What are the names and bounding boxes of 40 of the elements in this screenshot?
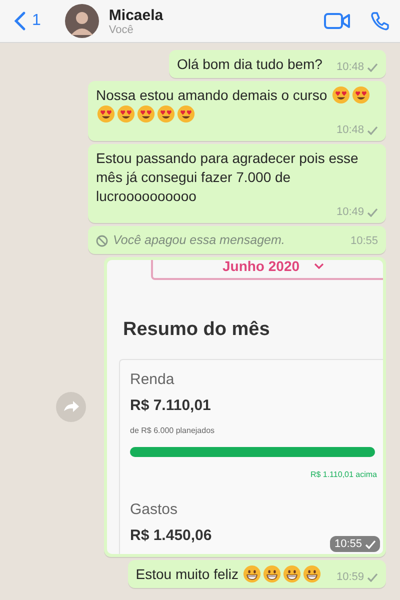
grinning-emoji-icon (243, 565, 262, 583)
video-call-icon[interactable] (324, 12, 350, 30)
month-label: Junho 2020 (222, 260, 300, 276)
prohibited-icon (96, 234, 108, 246)
expense-value: R$ 1.450,06 (130, 526, 212, 545)
message-time: 10:48 (336, 124, 364, 136)
heart-eyes-emoji-icon (157, 105, 175, 123)
back-button[interactable]: 1 (10, 11, 45, 31)
heart-eyes-emoji-icon (332, 86, 350, 104)
heart-eyes-emoji-icon (97, 105, 115, 123)
expense-label: Gastos (130, 500, 178, 519)
message-text: Estou passando para agradecer pois esse mês já consegui fazer 7.000 de lucroooooooooo (96, 150, 358, 204)
income-label: Renda (130, 370, 174, 389)
message-text: Olá bom dia tudo bem? (176, 56, 322, 72)
message-time: 10:55 (334, 538, 362, 550)
message-time: 10:55 (350, 234, 378, 246)
heart-eyes-emoji-icon (177, 105, 195, 123)
chevron-down-icon (314, 263, 324, 269)
avatar[interactable] (64, 4, 99, 38)
back-chevron-icon[interactable] (14, 11, 26, 31)
grinning-emoji-icon (283, 565, 302, 583)
message-time: 10:59 (336, 571, 364, 583)
message-time: 10:49 (336, 206, 364, 218)
deleted-message-text: Você apagou essa mensagem. (113, 232, 286, 249)
grinning-emoji-icon (303, 565, 322, 583)
grinning-emoji-icon (263, 565, 282, 583)
income-value: R$ 7.110,01 (130, 396, 211, 415)
planned-text: de R$ 6.000 planejados (130, 425, 215, 437)
message-time: 10:48 (336, 61, 364, 73)
heart-eyes-emoji-icon (137, 105, 155, 123)
heart-eyes-emoji-icon (117, 105, 135, 123)
message-text: Estou muito feliz (136, 566, 238, 582)
phone-icon[interactable] (370, 11, 390, 31)
heart-eyes-emoji-icon (352, 86, 370, 104)
message-text: Nossa estou amando demais o curso (96, 87, 328, 103)
over-budget-text: R$ 1.110,01 acima (310, 469, 377, 481)
contact-subtitle: Você (108, 24, 134, 36)
summary-title: Resumo do mês (123, 320, 271, 339)
image-message-bubble[interactable]: Junho 2020 Resumo do mês Renda R$ 7.110,01 de R$ 6.000 planejados R$ 1.110,01 acima Gastos R$ 1.450,06 10:55 (104, 257, 386, 557)
contact-name[interactable]: Micaela (108, 6, 304, 24)
